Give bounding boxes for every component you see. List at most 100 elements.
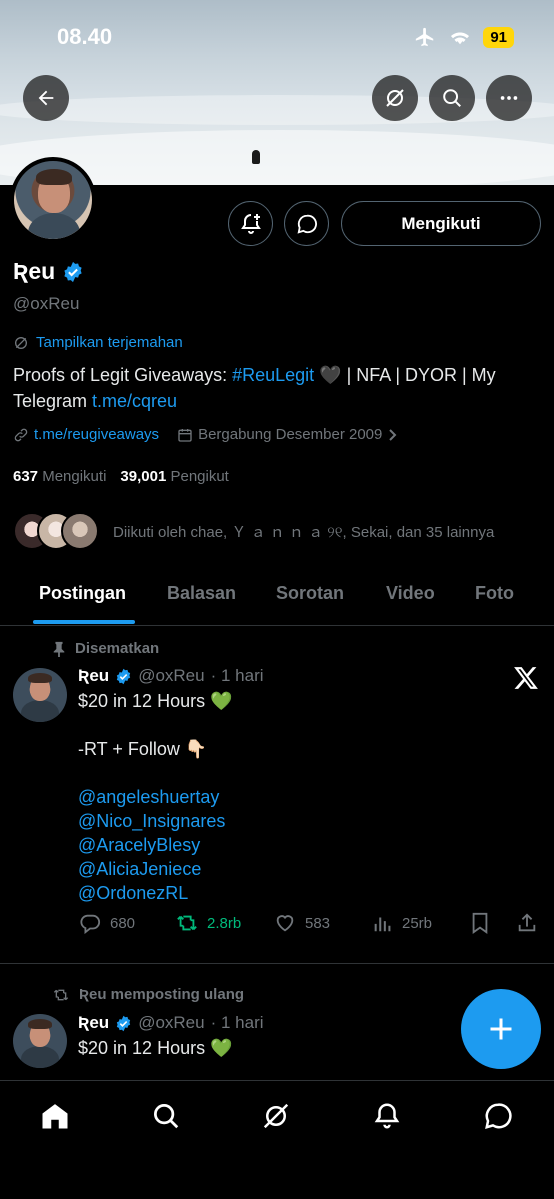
tweet-author[interactable]: Ʀeu <box>78 666 109 686</box>
bio-prefix: Proofs of Legit Giveaways: <box>13 365 233 385</box>
tweet-handle: @oxReu <box>138 1013 205 1032</box>
website-item[interactable]: t.me/reugiveaways <box>13 426 159 443</box>
tweet-text: $20 in 12 Hours 💚 -RT + Follow 👇🏻 @angel… <box>78 689 233 905</box>
calendar-icon <box>178 428 192 442</box>
like-count: 583 <box>305 914 331 932</box>
translate-link[interactable]: Tampilkan terjemahan <box>13 334 183 351</box>
verified-badge-icon <box>64 261 82 282</box>
tab-replies[interactable]: Balasan <box>167 583 236 604</box>
tweet-text: $20 in 12 Hours 💚 <box>78 1036 233 1060</box>
profile-avatar[interactable] <box>10 157 96 243</box>
share-button[interactable] <box>516 912 538 934</box>
reply-icon <box>80 914 101 934</box>
mention-link[interactable]: @Nico_Insignares <box>78 809 233 833</box>
tweet-time: · 1 hari <box>210 666 264 685</box>
mention-link[interactable]: @AliciaJeniece <box>78 857 233 881</box>
plus-icon <box>490 1018 512 1040</box>
share-icon <box>518 913 536 932</box>
retweet-count: 2.8rb <box>207 914 242 932</box>
wifi-icon <box>451 32 470 45</box>
more-button[interactable] <box>486 75 532 121</box>
pin-icon <box>53 641 65 657</box>
mention-link[interactable]: @AracelyBlesy <box>78 833 233 857</box>
retweet-icon <box>177 915 197 931</box>
nav-search[interactable] <box>149 1099 183 1133</box>
nav-notifications[interactable] <box>370 1099 404 1133</box>
avatar-hair <box>28 1019 52 1029</box>
repost-text: Ʀeu memposting ulang <box>79 986 245 1003</box>
following-label: Mengikuti <box>42 468 107 485</box>
tweet-avatar[interactable] <box>13 668 67 722</box>
airplane-icon <box>416 27 434 47</box>
back-button[interactable] <box>23 75 69 121</box>
bio-heart: 🖤 <box>319 365 342 385</box>
avatar-shirt <box>21 1046 59 1068</box>
translate-icon <box>15 336 27 349</box>
follow-stats: 637 Mengikuti 39,001 Pengikut <box>13 468 229 485</box>
bookmark-icon <box>472 912 488 934</box>
nav-grok[interactable] <box>259 1099 293 1133</box>
joined-item[interactable]: Bergabung Desember 2009 <box>177 426 399 443</box>
tab-highlights[interactable]: Sorotan <box>276 583 344 604</box>
tweet-avatar[interactable] <box>13 1014 67 1068</box>
verified-badge-icon <box>117 1015 131 1031</box>
reply-button[interactable]: 680 <box>78 912 135 934</box>
views-chart-icon <box>374 917 391 932</box>
tab-video[interactable]: Video <box>386 583 435 604</box>
tweet-line: -RT + Follow 👇🏻 <box>78 739 208 759</box>
followed-by[interactable]: Diikuti oleh chae, Ｙ ａ ｎ ｎ ａ ୨୧, Sekai, … <box>13 512 494 550</box>
avatar-hair <box>36 169 72 185</box>
following-button[interactable]: Mengikuti <box>341 201 541 246</box>
mention-link[interactable]: @angeleshuertay <box>78 785 233 809</box>
nav-home[interactable] <box>38 1099 72 1133</box>
pinned-label: Disematkan <box>52 640 159 657</box>
tweet-time: · 1 hari <box>210 1013 264 1032</box>
battery-level: 91 <box>483 26 514 48</box>
tweet-author[interactable]: Ʀeu <box>78 1013 109 1033</box>
bio-hashtag[interactable]: #ReuLegit <box>232 365 314 385</box>
tweet-line: $20 in 12 Hours 💚 <box>78 1038 233 1058</box>
following-stat[interactable]: 637 Mengikuti <box>13 468 106 485</box>
tab-photo[interactable]: Foto <box>475 583 514 604</box>
views-button[interactable]: 25rb <box>372 912 432 934</box>
pinned-text: Disematkan <box>75 640 160 657</box>
followers-stat[interactable]: 39,001 Pengikut <box>120 468 228 485</box>
banner-penguin <box>252 150 260 164</box>
tab-posts[interactable]: Postingan <box>39 583 126 604</box>
nav-messages[interactable] <box>481 1099 515 1133</box>
tweet-actions: 680 2.8rb 583 25rb <box>78 912 540 938</box>
like-button[interactable]: 583 <box>273 912 330 934</box>
avatar-hair <box>28 673 52 683</box>
bell-plus-icon <box>240 213 261 234</box>
retweet-button[interactable]: 2.8rb <box>175 912 241 934</box>
profile-handle: @oxReu <box>13 294 80 313</box>
active-tab-indicator <box>33 620 135 624</box>
search-button[interactable] <box>429 75 475 121</box>
profile-meta: t.me/reugiveaways Bergabung Desember 200… <box>13 426 399 443</box>
heart-icon <box>276 915 294 932</box>
translate-label: Tampilkan terjemahan <box>36 334 183 351</box>
bookmark-button[interactable] <box>470 912 490 934</box>
message-button[interactable] <box>284 201 329 246</box>
compose-button[interactable] <box>461 989 541 1069</box>
profile-tabs: Postingan Balasan Sorotan Video Foto <box>0 570 554 626</box>
mention-link[interactable]: @OrdonezRL <box>78 881 233 905</box>
search-icon <box>154 1104 179 1129</box>
status-icons: 91 <box>413 26 514 48</box>
bottom-nav <box>0 1080 554 1199</box>
tweet-header: Ʀeu @oxReu · 1 hari <box>78 666 264 686</box>
more-dots-icon <box>500 96 518 100</box>
link-icon <box>14 428 28 441</box>
avatar-shirt <box>21 700 59 722</box>
chat-bubble-icon <box>485 1103 512 1130</box>
chevron-right-icon <box>389 428 397 441</box>
profile-bio: Proofs of Legit Giveaways: #ReuLegit 🖤 |… <box>13 362 533 414</box>
x-logo-icon <box>513 666 539 695</box>
tweet-handle: @oxReu <box>138 666 205 685</box>
grok-button[interactable] <box>372 75 418 121</box>
website-link[interactable]: t.me/reugiveaways <box>34 426 159 443</box>
bio-link[interactable]: t.me/cqreu <box>92 391 177 411</box>
tweet-divider <box>0 963 554 964</box>
notify-button[interactable] <box>228 201 273 246</box>
follower-avatar <box>61 512 99 550</box>
